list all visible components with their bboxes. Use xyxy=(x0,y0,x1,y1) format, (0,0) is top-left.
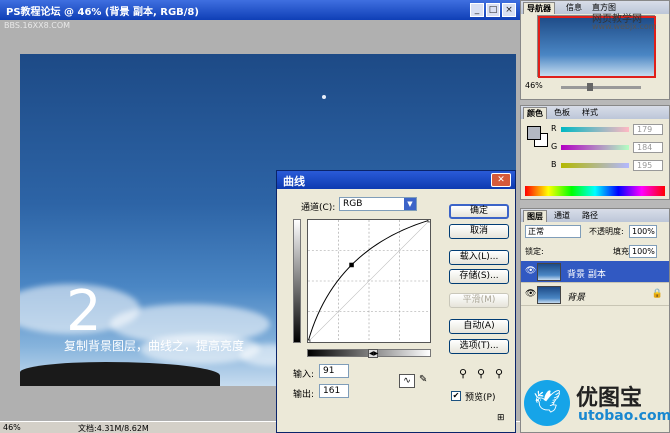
opacity-label: 不透明度: xyxy=(589,227,624,236)
channel-b-label: B xyxy=(551,160,557,169)
save-button[interactable]: 存储(S)... xyxy=(449,269,509,284)
expand-icon[interactable]: ⊞ xyxy=(497,413,505,423)
layer-thumbnail xyxy=(537,286,561,304)
minimize-button[interactable]: _ xyxy=(470,3,484,17)
utobao-url: utobao.com xyxy=(578,408,670,424)
color-spectrum[interactable] xyxy=(525,186,665,196)
layer-thumbnail xyxy=(537,263,561,281)
input-label: 输入: xyxy=(293,370,315,380)
tab-styles[interactable]: 样式 xyxy=(579,107,601,119)
b-slider[interactable] xyxy=(561,163,629,168)
navigator-zoom[interactable]: 46% xyxy=(525,81,543,90)
channel-select[interactable]: RGB ▼ xyxy=(339,197,417,211)
preview-checkbox[interactable]: ✔ xyxy=(451,391,461,401)
foreground-color-swatch[interactable] xyxy=(527,126,541,140)
curve-graph[interactable] xyxy=(307,219,431,343)
auto-button[interactable]: 自动(A) xyxy=(449,319,509,334)
input-gradient-bar: ◀▶ xyxy=(307,349,431,358)
tab-channels[interactable]: 通道 xyxy=(551,210,573,222)
options-button[interactable]: 选项(T)... xyxy=(449,339,509,354)
color-swatches xyxy=(527,126,549,148)
gray-eyedropper-icon[interactable]: ⚲ xyxy=(477,367,485,380)
output-gradient-bar xyxy=(293,219,301,343)
g-slider[interactable] xyxy=(561,145,629,150)
tab-paths[interactable]: 路径 xyxy=(579,210,601,222)
layer-name: 背景 副本 xyxy=(567,270,606,280)
curve-point-tool-icon[interactable]: ∿ xyxy=(399,374,415,388)
blend-mode-select[interactable]: 正常 xyxy=(525,225,581,238)
zoom-level[interactable]: 46% xyxy=(3,423,21,432)
curve-control-point[interactable] xyxy=(349,262,354,268)
color-row-g: G 184 xyxy=(551,142,669,154)
maximize-button[interactable]: □ xyxy=(486,3,500,17)
layer-name: 背景 xyxy=(567,293,586,303)
load-button[interactable]: 载入(L)... xyxy=(449,250,509,265)
lock-label: 锁定: xyxy=(525,247,544,256)
preview-label: 预览(P) xyxy=(465,393,496,403)
channel-g-label: G xyxy=(551,142,558,151)
cancel-button[interactable]: 取消 xyxy=(449,224,509,239)
tab-info[interactable]: 信息 xyxy=(563,2,585,14)
layer-row[interactable]: 👁 背景 副本 xyxy=(521,261,669,283)
curves-titlebar[interactable]: 曲线 ✕ xyxy=(277,171,515,189)
bird-icon: 🕊 xyxy=(524,380,570,426)
utobao-logo: 🕊 优图宝 utobao.com xyxy=(520,378,670,433)
channel-label: 通道(C): xyxy=(301,203,336,213)
layer-row[interactable]: 👁 背景 🔒 xyxy=(521,284,669,306)
layers-tabbar: 图层 通道 路径 xyxy=(521,209,669,222)
hill-silhouette xyxy=(20,362,220,386)
color-row-r: R 179 xyxy=(551,124,669,136)
output-field[interactable]: 161 xyxy=(319,384,349,398)
channel-value: RGB xyxy=(343,199,363,209)
ok-button[interactable]: 确定 xyxy=(449,204,509,219)
curve-control-point[interactable] xyxy=(427,219,431,223)
forum-url-watermark: BBS.16XX8.COM xyxy=(4,21,71,30)
window-controls: _ □ × xyxy=(470,3,516,17)
tab-layers[interactable]: 图层 xyxy=(523,210,547,222)
close-icon[interactable]: ✕ xyxy=(491,173,511,187)
tab-navigator[interactable]: 导航器 xyxy=(523,2,555,14)
chevron-down-icon: ▼ xyxy=(404,198,416,210)
smooth-button: 平滑(M) xyxy=(449,293,509,308)
navigator-zoom-slider[interactable] xyxy=(561,83,641,91)
color-row-b: B 195 xyxy=(551,160,669,172)
moon xyxy=(322,95,326,99)
fill-field[interactable]: 100% xyxy=(629,245,657,258)
eye-icon[interactable]: 👁 xyxy=(525,266,536,276)
black-eyedropper-icon[interactable]: ⚲ xyxy=(459,367,467,380)
close-button[interactable]: × xyxy=(502,3,516,17)
curves-title: 曲线 xyxy=(283,175,305,188)
pencil-icon[interactable]: ✎ xyxy=(419,374,427,385)
slider-knob[interactable] xyxy=(587,83,593,91)
white-eyedropper-icon[interactable]: ⚲ xyxy=(495,367,503,380)
curve-control-point[interactable] xyxy=(307,339,311,343)
curves-dialog: 曲线 ✕ 通道(C): RGB ▼ ◀▶ 输入: 91 输出: 161 ∿ ✎ … xyxy=(276,170,516,433)
tab-swatches[interactable]: 色板 xyxy=(551,107,573,119)
input-field[interactable]: 91 xyxy=(319,364,349,378)
lock-icon: 🔒 xyxy=(651,289,663,299)
document-titlebar[interactable]: PS教程论坛 @ 46% (背景 副本, RGB/8) _ □ × xyxy=(0,0,520,20)
eye-icon[interactable]: 👁 xyxy=(525,289,536,299)
site-watermark-url: www.webjx.com xyxy=(592,22,657,31)
step-caption: 复制背景图层，曲线之，提高亮度 xyxy=(64,339,245,353)
r-slider[interactable] xyxy=(561,127,629,132)
opacity-field[interactable]: 100% xyxy=(629,225,657,238)
color-tabbar: 颜色 色板 样式 xyxy=(521,106,669,119)
g-value[interactable]: 184 xyxy=(633,142,663,153)
color-panel: 颜色 色板 样式 R 179 G 184 B 195 xyxy=(520,105,670,200)
r-value[interactable]: 179 xyxy=(633,124,663,135)
document-size: 文档:4.31M/8.62M xyxy=(78,424,149,433)
document-title: PS教程论坛 @ 46% (背景 副本, RGB/8) xyxy=(6,7,199,18)
b-value[interactable]: 195 xyxy=(633,160,663,171)
channel-r-label: R xyxy=(551,124,557,133)
tab-color[interactable]: 颜色 xyxy=(523,107,547,119)
step-number: 2 xyxy=(66,279,102,344)
gradient-toggle-icon[interactable]: ◀▶ xyxy=(368,349,378,358)
output-label: 输出: xyxy=(293,390,315,400)
